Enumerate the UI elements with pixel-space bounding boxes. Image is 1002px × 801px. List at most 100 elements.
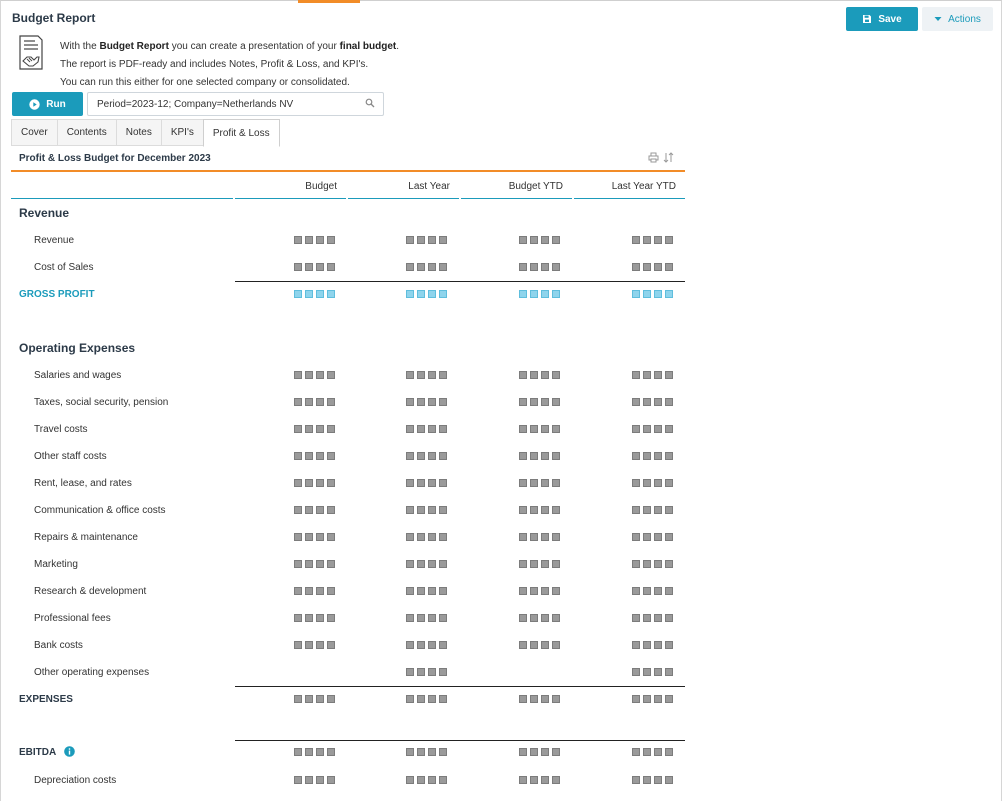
masked-digit <box>316 776 324 784</box>
masked-digit <box>632 398 640 406</box>
masked-value <box>294 425 335 434</box>
masked-digit <box>305 614 313 622</box>
masked-digit <box>530 398 538 406</box>
masked-digit <box>428 479 436 487</box>
masked-digit <box>519 748 527 756</box>
masked-digit <box>305 776 313 784</box>
masked-digit <box>632 641 640 649</box>
parameters-field[interactable] <box>87 92 384 116</box>
masked-digit <box>316 263 324 271</box>
masked-value <box>406 641 447 650</box>
masked-digit <box>439 641 447 649</box>
masked-digit <box>294 263 302 271</box>
tab-contents[interactable]: Contents <box>56 119 116 146</box>
masked-digit <box>327 587 335 595</box>
masked-digit <box>428 748 436 756</box>
masked-digit <box>439 290 447 298</box>
masked-digit <box>665 641 673 649</box>
masked-digit <box>417 748 425 756</box>
info-icon[interactable] <box>64 746 75 757</box>
masked-digit <box>665 748 673 756</box>
masked-value <box>519 776 560 785</box>
masked-digit <box>428 533 436 541</box>
parameters-input[interactable] <box>88 93 358 115</box>
masked-digit <box>327 748 335 756</box>
masked-digit <box>428 425 436 433</box>
masked-digit <box>643 371 651 379</box>
row-label-taxes-social-security-pension: Taxes, social security, pension <box>34 397 169 408</box>
masked-digit <box>654 641 662 649</box>
masked-digit <box>541 533 549 541</box>
masked-digit <box>305 398 313 406</box>
masked-digit <box>327 371 335 379</box>
masked-digit <box>305 236 313 244</box>
subtotal-rule <box>235 686 685 687</box>
masked-digit <box>316 425 324 433</box>
print-icon[interactable] <box>648 152 659 163</box>
masked-digit <box>428 560 436 568</box>
masked-digit <box>305 290 313 298</box>
masked-digit <box>643 560 651 568</box>
report-header-rule <box>11 170 685 172</box>
masked-digit <box>428 236 436 244</box>
masked-digit <box>406 641 414 649</box>
masked-value <box>519 263 560 272</box>
masked-digit <box>406 533 414 541</box>
masked-digit <box>316 533 324 541</box>
masked-digit <box>519 236 527 244</box>
masked-value <box>632 668 673 677</box>
masked-digit <box>316 371 324 379</box>
masked-digit <box>530 695 538 703</box>
intro-line-1: With the Budget Report you can create a … <box>60 41 400 52</box>
masked-digit <box>665 371 673 379</box>
masked-digit <box>305 263 313 271</box>
masked-digit <box>519 398 527 406</box>
masked-digit <box>417 641 425 649</box>
masked-digit <box>552 560 560 568</box>
actions-dropdown-button[interactable]: Actions <box>922 7 993 31</box>
caret-down-icon <box>934 17 942 21</box>
masked-digit <box>530 641 538 649</box>
masked-digit <box>632 506 640 514</box>
masked-digit <box>327 776 335 784</box>
save-button[interactable]: Save <box>846 7 918 31</box>
masked-digit <box>316 614 324 622</box>
masked-digit <box>643 614 651 622</box>
masked-digit <box>417 398 425 406</box>
tab-profit-and-loss[interactable]: Profit & Loss <box>202 119 280 147</box>
masked-digit <box>530 263 538 271</box>
masked-value <box>406 263 447 272</box>
masked-digit <box>294 587 302 595</box>
masked-value <box>632 398 673 407</box>
tab-kpis[interactable]: KPI's <box>160 119 204 146</box>
masked-digit <box>654 425 662 433</box>
masked-digit <box>643 425 651 433</box>
run-button[interactable]: Run <box>12 92 83 116</box>
save-button-label: Save <box>878 13 902 25</box>
masked-digit <box>439 398 447 406</box>
masked-digit <box>665 236 673 244</box>
masked-digit <box>519 506 527 514</box>
masked-digit <box>519 371 527 379</box>
masked-digit <box>665 290 673 298</box>
masked-value <box>632 371 673 380</box>
masked-digit <box>406 560 414 568</box>
masked-digit <box>417 560 425 568</box>
search-icon[interactable] <box>365 98 375 108</box>
masked-digit <box>439 479 447 487</box>
masked-digit <box>552 371 560 379</box>
masked-digit <box>632 587 640 595</box>
masked-digit <box>439 371 447 379</box>
masked-value <box>406 452 447 461</box>
masked-digit <box>439 776 447 784</box>
masked-digit <box>541 748 549 756</box>
sort-icon[interactable] <box>663 152 674 163</box>
tab-notes[interactable]: Notes <box>115 119 161 146</box>
masked-value <box>632 695 673 704</box>
masked-digit <box>541 263 549 271</box>
masked-digit <box>665 263 673 271</box>
tab-cover[interactable]: Cover <box>11 119 57 146</box>
masked-value <box>632 425 673 434</box>
masked-digit <box>305 506 313 514</box>
masked-value <box>294 776 335 785</box>
